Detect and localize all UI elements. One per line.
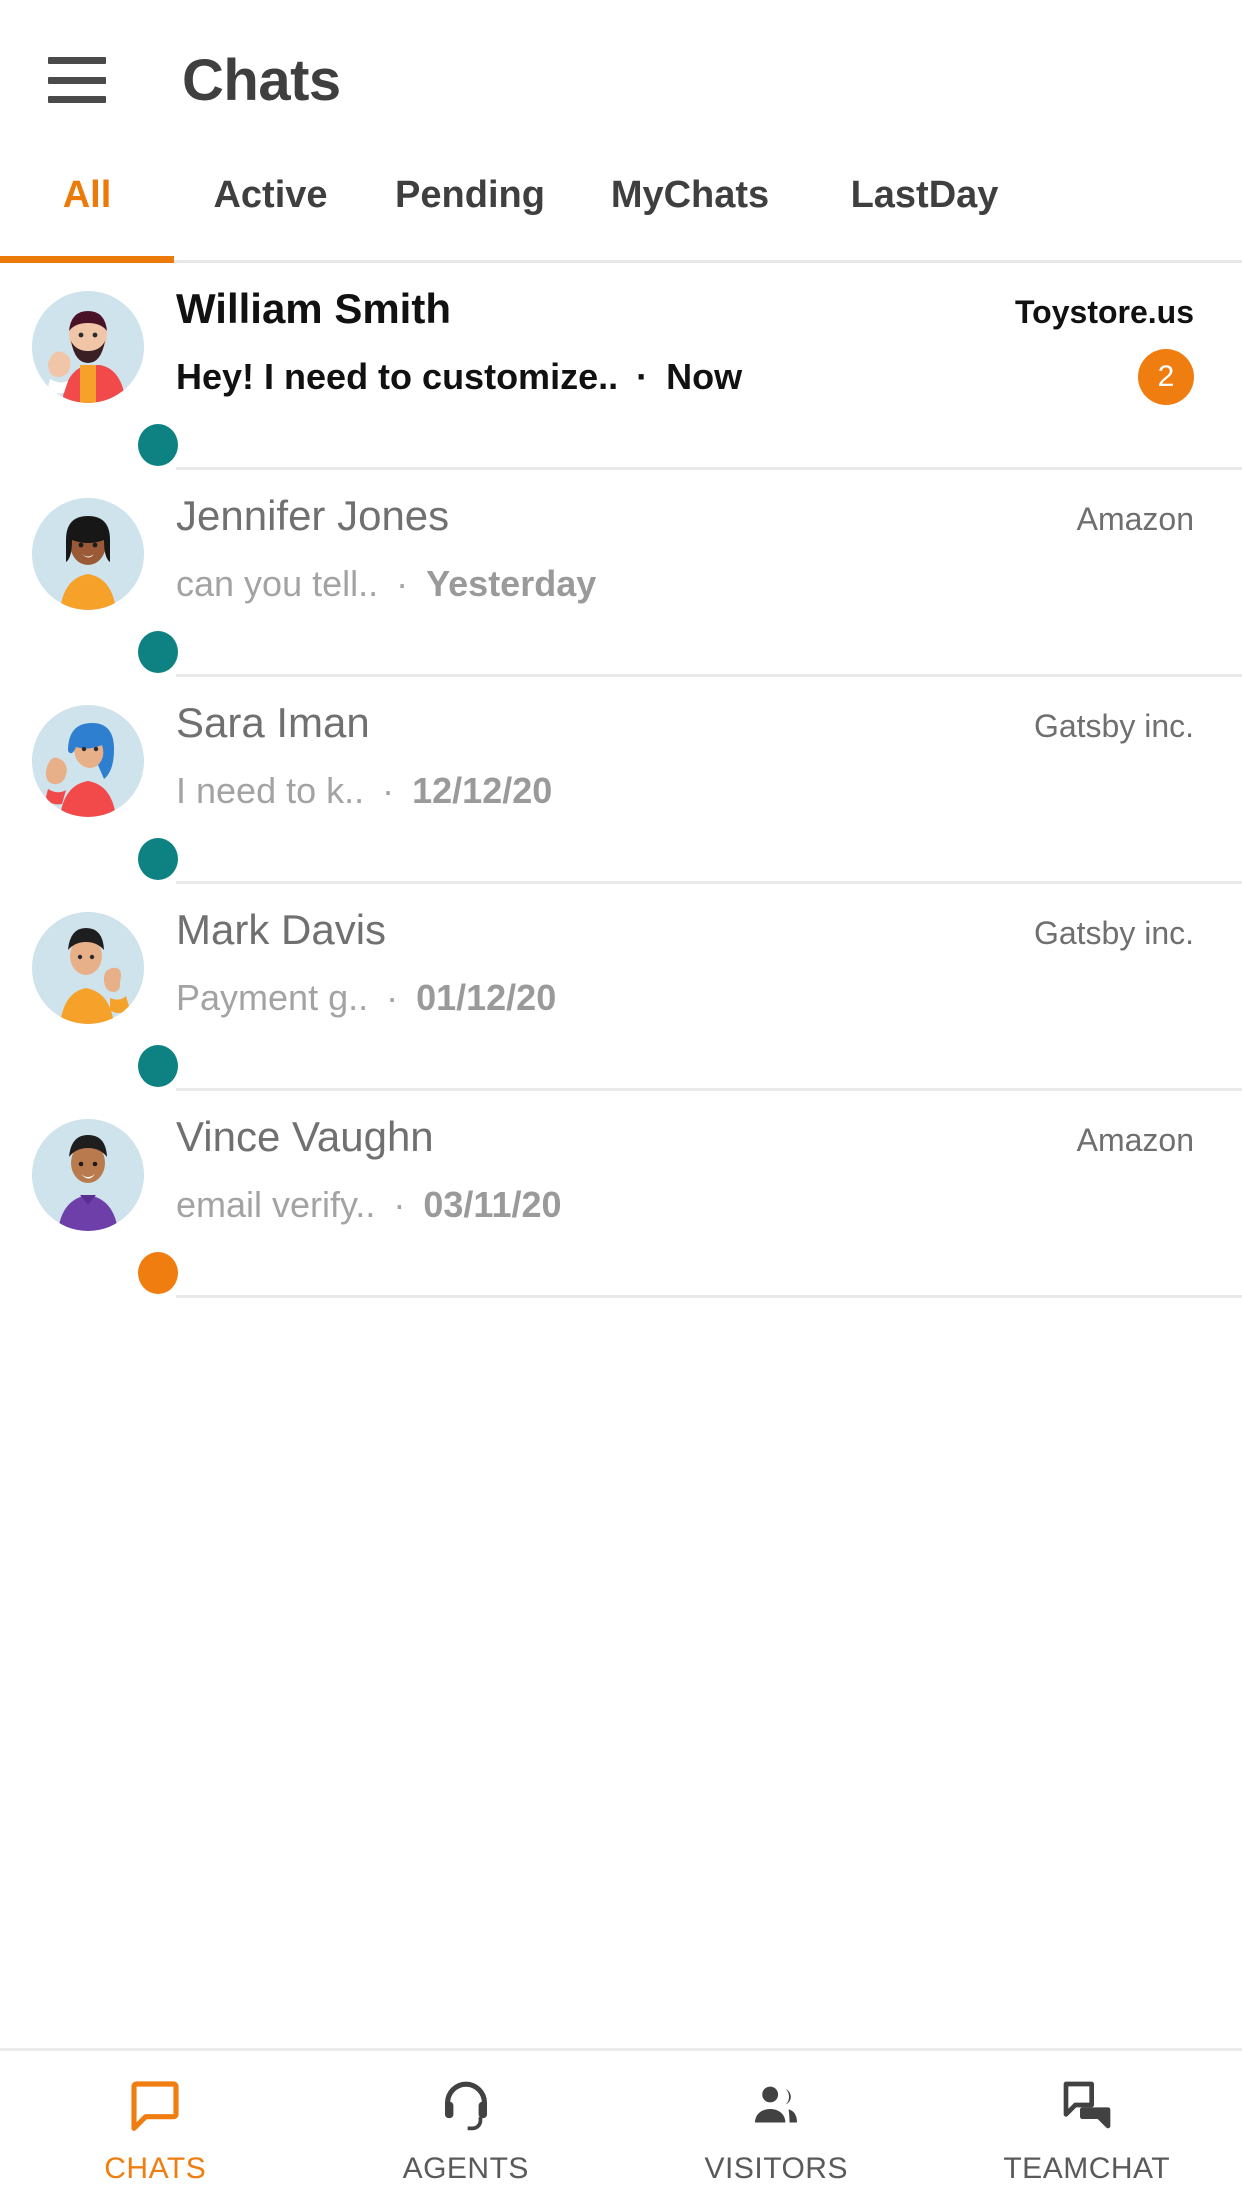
status-indicator [138, 1252, 178, 1294]
row-divider [176, 1295, 1242, 1298]
avatar [0, 906, 178, 1091]
tab-pending[interactable]: Pending [367, 160, 573, 260]
avatar-illustration-sara [32, 705, 144, 817]
chat-timestamp: 03/11/20 [423, 1184, 562, 1225]
unread-count-badge: 2 [1138, 349, 1194, 405]
chat-message-preview: Hey! I need to customize.. [176, 356, 619, 397]
chat-separator: · [636, 356, 649, 397]
chat-contact-name: Jennifer Jones [176, 492, 450, 539]
chat-bubble-icon [127, 2074, 183, 2136]
avatar-image [32, 291, 144, 403]
app-header: Chats [0, 0, 1242, 160]
chat-company: Gatsby inc. [1033, 915, 1194, 951]
chat-list: William Smith Toystore.us Hey! I need to… [0, 263, 1242, 2048]
chat-timestamp: Yesterday [426, 563, 597, 604]
nav-item-visitors[interactable]: VISITORS [621, 2051, 932, 2208]
avatar-image [32, 912, 144, 1024]
tab-lastday[interactable]: LastDay [807, 160, 1042, 260]
tab-active-label: Active [213, 174, 328, 216]
tab-lastday-label: LastDay [850, 174, 999, 216]
chat-message-preview: email verify.. [176, 1184, 376, 1225]
chat-separator: · [382, 770, 395, 811]
headset-icon [438, 2074, 494, 2136]
status-indicator [138, 424, 178, 466]
chat-list-item[interactable]: Sara Iman Gatsby inc. I need to k.. · 12… [0, 677, 1242, 884]
chats-screen: Chats All Active Pending MyChats LastDay [0, 0, 1242, 2208]
nav-label-teamchat: TEAMCHAT [1003, 2151, 1171, 2185]
avatar-image [32, 1119, 144, 1231]
people-icon [748, 2074, 804, 2136]
tab-all[interactable]: All [0, 160, 174, 263]
chat-message-preview: Payment g.. [176, 977, 369, 1018]
chat-contact-name: Vince Vaughn [176, 1113, 434, 1160]
avatar [0, 1113, 178, 1298]
team-chat-icon [1059, 2074, 1115, 2136]
avatar [0, 285, 178, 470]
status-indicator [138, 631, 178, 673]
nav-label-agents: AGENTS [402, 2151, 529, 2185]
chat-contact-name: Sara Iman [176, 699, 370, 746]
chat-filter-tabs: All Active Pending MyChats LastDay [0, 160, 1242, 263]
chat-separator: · [393, 1184, 406, 1225]
status-indicator [138, 1045, 178, 1087]
status-indicator [138, 838, 178, 880]
chat-company: Toystore.us [1015, 294, 1194, 330]
nav-label-visitors: VISITORS [704, 2151, 848, 2185]
tab-pending-label: Pending [395, 174, 545, 216]
avatar-image [32, 498, 144, 610]
avatar-illustration-william [32, 291, 144, 403]
chat-list-item[interactable]: Mark Davis Gatsby inc. Payment g.. · 01/… [0, 884, 1242, 1091]
chat-separator: · [396, 563, 409, 604]
chat-company: Gatsby inc. [1033, 708, 1194, 744]
avatar-illustration-mark [32, 912, 144, 1024]
nav-item-teamchat[interactable]: TEAMCHAT [932, 2051, 1242, 2208]
chat-contact-name: Mark Davis [176, 906, 387, 953]
chat-message-preview: can you tell.. [176, 563, 379, 604]
tab-mychats[interactable]: MyChats [573, 160, 807, 260]
chat-list-item[interactable]: Vince Vaughn Amazon email verify.. · 03/… [0, 1091, 1242, 1298]
avatar [0, 699, 178, 884]
tab-all-label: All [62, 174, 112, 216]
tab-mychats-label: MyChats [610, 174, 770, 216]
chat-message-preview: I need to k.. [176, 770, 365, 811]
chat-contact-name: William Smith [176, 285, 451, 332]
avatar-image [32, 705, 144, 817]
chat-timestamp: 01/12/20 [416, 977, 557, 1018]
chat-company: Amazon [1076, 501, 1194, 537]
chat-separator: · [386, 977, 399, 1018]
nav-item-agents[interactable]: AGENTS [311, 2051, 622, 2208]
chat-list-item[interactable]: Jennifer Jones Amazon can you tell.. · Y… [0, 470, 1242, 677]
avatar-illustration-jennifer [32, 498, 144, 610]
chat-list-item[interactable]: William Smith Toystore.us Hey! I need to… [0, 263, 1242, 470]
avatar-illustration-vince [32, 1119, 144, 1231]
avatar [0, 492, 178, 677]
hamburger-menu-icon[interactable] [48, 57, 106, 103]
chat-timestamp: Now [666, 356, 743, 397]
chat-company: Amazon [1076, 1122, 1194, 1158]
page-title: Chats [182, 47, 341, 113]
nav-item-chats[interactable]: CHATS [0, 2051, 311, 2208]
bottom-navigation: CHATS AGENTS VISITORS TEAMCHAT [0, 2048, 1242, 2208]
nav-label-chats: CHATS [104, 2151, 207, 2185]
chat-timestamp: 12/12/20 [412, 770, 553, 811]
tab-active[interactable]: Active [174, 160, 367, 260]
